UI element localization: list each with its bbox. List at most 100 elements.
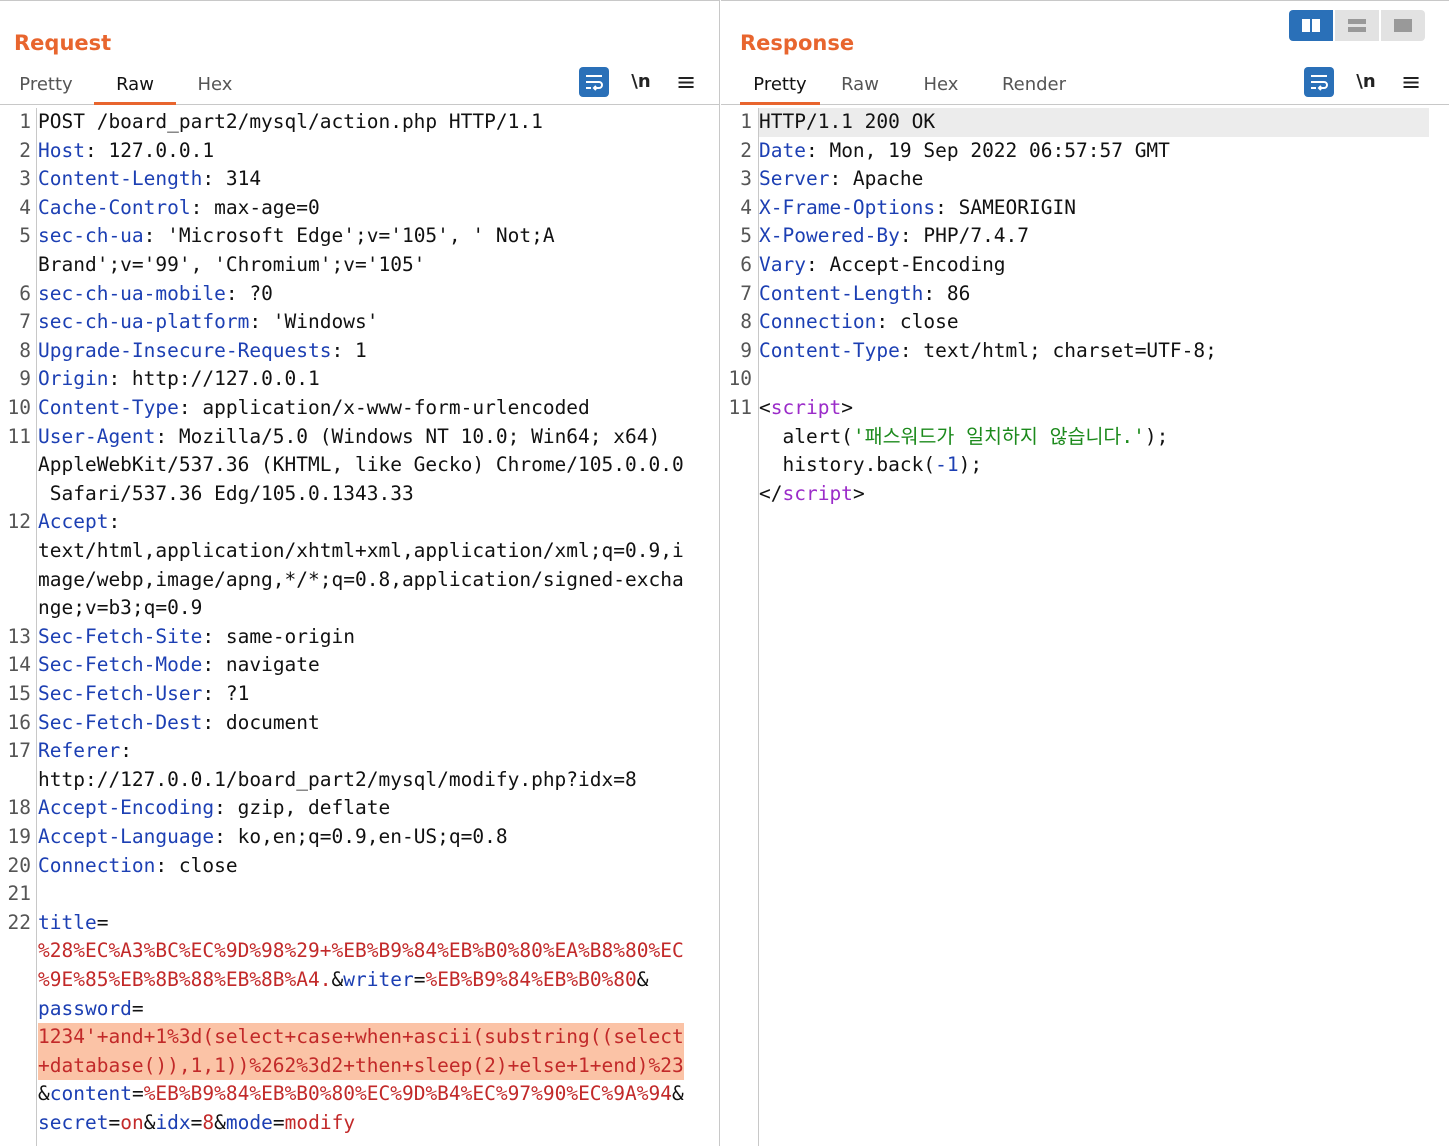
token-v: : same-origin [202,624,355,648]
code-line: 20 Connection: close [0,852,719,881]
line-text: text/html,application/xhtml+xml,applicat… [38,537,684,566]
line-number: 16 [7,710,31,734]
request-tabs: Pretty Raw Hex [0,71,719,105]
code-line: 5 sec-ch-ua: 'Microsoft Edge';v='105', ' … [0,222,719,251]
code-line: history.back(-1); [721,451,1449,480]
code-line: 7 sec-ch-ua-platform: 'Windows' [0,308,719,337]
code-line: 1 POST /board_part2/mysql/action.php HTTP… [0,108,719,137]
layout-side-by-side-icon[interactable] [1289,10,1333,41]
code-line: 15 Sec-Fetch-User: ?1 [0,680,719,709]
code-line: 14 Sec-Fetch-Mode: navigate [0,651,719,680]
code-line: password= [0,995,719,1024]
line-text: password= [38,995,144,1024]
line-number: 2 [740,138,752,162]
token-k: Sec-Fetch-Mode [38,653,203,677]
line-text: Connection: close [38,852,238,881]
token-v: Safari/537.36 Edg/105.0.1343.33 [38,481,414,505]
token-k: Connection [38,853,156,877]
token-v: : application/x-www-form-urlencoded [178,396,590,419]
line-number: 6 [19,281,31,305]
line-text: %28%EC%A3%BC%EC%9D%98%29+%EB%B9%84%EB%B0… [38,937,684,966]
token-v: : ?1 [202,682,250,705]
response-pane: Response Pretty Raw Hex Render \n ≡ 1 HTT… [721,0,1449,1146]
code-line: 21 [0,880,719,909]
line-number: 20 [7,853,31,877]
token-v: : document [202,710,320,734]
newline-toggle-icon[interactable]: \n [1349,67,1383,97]
token-v: : [120,739,132,763]
token-v: : [108,510,121,534]
line-text: secret=on&idx=8&mode=modify [38,1109,355,1138]
menu-icon[interactable]: ≡ [670,67,702,97]
menu-icon[interactable]: ≡ [1395,67,1427,97]
token-u: 8 [202,1111,215,1134]
code-line: 10 [721,365,1449,394]
code-line: 5 X-Powered-By: PHP/7.4.7 [721,222,1449,251]
line-text: Sec-Fetch-User: ?1 [38,680,249,709]
token-v: : 314 [202,167,262,191]
line-text: %9E%85%EB%8B%88%EB%8B%A4.&writer=%EB%B9%… [38,966,649,995]
token-v: : 'Microsoft Edge';v='105', ' Not;A [143,224,555,248]
line-number: 8 [19,338,31,362]
tab-request-raw[interactable]: Raw [94,71,176,105]
code-line: 11 User-Agent: Mozilla/5.0 (Windows NT 10… [0,423,719,452]
line-number: 11 [7,424,31,448]
line-text: Sec-Fetch-Dest: document [38,709,320,738]
tab-request-pretty[interactable]: Pretty [10,71,82,102]
code-line: 4 Cache-Control: max-age=0 [0,194,719,223]
response-tabs: Pretty Raw Hex Render [721,71,1449,105]
token-k: Referer [38,739,121,763]
tab-response-pretty[interactable]: Pretty [740,71,820,105]
token-v: : http://127.0.0.1 [108,367,320,391]
tab-response-raw[interactable]: Raw [829,71,891,102]
code-line: http://127.0.0.1/board_part2/mysql/modif… [0,766,719,795]
token-k: -1 [935,453,959,477]
line-text: alert('패스워드가 일치하지 않습니다.'); [759,423,1168,452]
token-k: sec-ch-ua [38,224,144,248]
token-k: sec-ch-ua-mobile [38,281,226,305]
response-editor[interactable]: 1 HTTP/1.1 200 OK 2 Date: Mon, 19 Sep 2022 … [721,108,1449,1146]
token-v: : close [155,853,238,877]
line-text: Content-Length: 314 [38,165,261,194]
tab-response-hex[interactable]: Hex [911,71,971,102]
code-line: 6 sec-ch-ua-mobile: ?0 [0,280,719,309]
token-v: = [131,996,144,1020]
line-number: 8 [740,310,752,334]
code-line: 22 title= [0,909,719,938]
line-number: 1 [740,110,752,133]
tab-response-render[interactable]: Render [991,71,1077,102]
line-text: Referer: [38,737,132,766]
wrap-lines-icon[interactable] [1304,67,1334,97]
code-line: 9 Origin: http://127.0.0.1 [0,365,719,394]
token-k: Accept [38,510,109,534]
token-k: idx [155,1111,191,1134]
token-v: : Apache [829,167,924,191]
token-v: : 127.0.0.1 [84,138,215,162]
token-k: Cache-Control [38,195,191,219]
wrap-lines-icon[interactable] [579,67,609,97]
line-text: HTTP/1.1 200 OK [759,108,1429,137]
newline-toggle-icon[interactable]: \n [624,67,658,97]
layout-single-icon[interactable] [1381,10,1425,41]
code-line: secret=on&idx=8&mode=modify [0,1109,719,1138]
code-line: text/html,application/xhtml+xml,applicat… [0,537,719,566]
token-u: modify [284,1111,356,1134]
code-line: 8 Upgrade-Insecure-Requests: 1 [0,337,719,366]
line-text: Host: 127.0.0.1 [38,137,214,166]
token-k: X-Frame-Options [759,195,936,219]
token-k: Content-Type [759,338,900,362]
token-v: : text/html; charset=UTF-8; [899,338,1217,362]
line-number: 10 [728,367,752,391]
line-text: history.back(-1); [759,451,982,480]
line-text: Accept: [38,508,120,537]
layout-top-bottom-icon[interactable] [1335,10,1379,41]
token-v: : Accept-Encoding [805,253,1006,276]
token-k: Content-Type [38,396,179,419]
token-str: '패스워드가 일치하지 않습니다.' [852,424,1145,448]
token-v: > [852,481,865,505]
line-text: X-Powered-By: PHP/7.4.7 [759,222,1029,251]
request-editor[interactable]: 1 POST /board_part2/mysql/action.php HTTP… [0,108,719,1146]
code-line: 19 Accept-Language: ko,en;q=0.9,en-US;q=0… [0,823,719,852]
tab-request-hex[interactable]: Hex [182,71,248,102]
token-v: history.back( [759,453,936,477]
